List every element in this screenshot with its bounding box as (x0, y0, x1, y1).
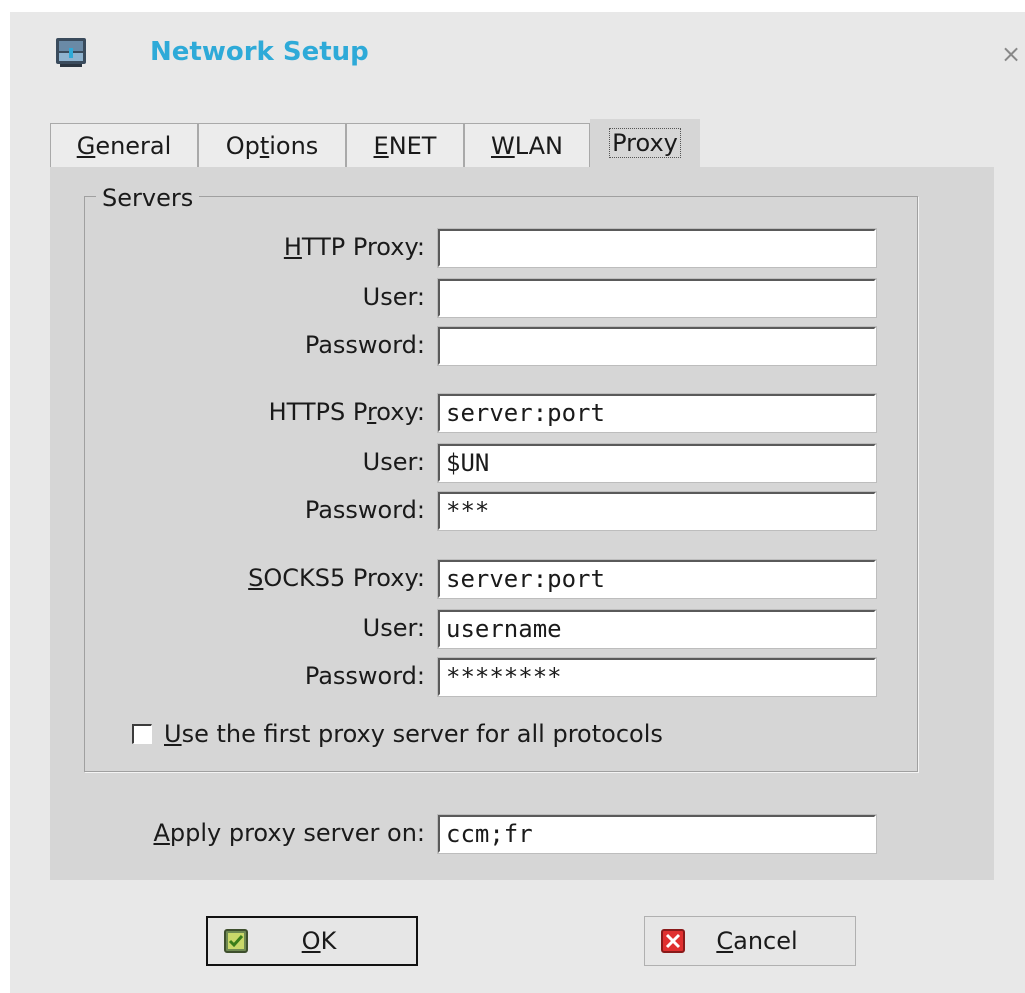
cancel-label: Cancel (716, 927, 798, 955)
x-icon (661, 929, 685, 953)
cancel-button[interactable]: Cancel (644, 916, 856, 966)
https-password-input[interactable]: *** (437, 491, 877, 531)
https-user-label: User: (362, 448, 425, 476)
network-icon (56, 38, 86, 67)
apply-proxy-input[interactable]: ccm;fr (437, 814, 877, 854)
apply-proxy-label: Apply proxy server on: (153, 819, 425, 847)
https-proxy-input[interactable]: server:port (437, 393, 877, 433)
socks5-proxy-label: SOCKS5 Proxy: (248, 564, 425, 592)
socks5-proxy-input[interactable]: server:port (437, 559, 877, 599)
https-proxy-label: HTTPS Proxy: (268, 398, 425, 426)
tab-enet[interactable]: ENET (346, 123, 464, 167)
http-user-input[interactable] (437, 278, 877, 318)
use-first-proxy-checkbox-row[interactable]: Use the first proxy server for all proto… (132, 719, 663, 749)
tab-general[interactable]: General (50, 123, 198, 167)
tab-wlan[interactable]: WLAN (464, 123, 590, 167)
socks5-user-label: User: (362, 614, 425, 642)
http-password-input[interactable] (437, 326, 877, 366)
http-user-label: User: (362, 283, 425, 311)
checkmark-icon (224, 929, 248, 953)
close-icon[interactable]: × (1001, 42, 1021, 66)
use-first-proxy-checkbox[interactable] (132, 724, 152, 744)
socks5-password-input[interactable]: ******** (437, 657, 877, 697)
http-proxy-label: HTTP Proxy: (283, 233, 425, 261)
https-password-label: Password: (304, 496, 425, 524)
http-password-label: Password: (304, 331, 425, 359)
tab-options[interactable]: Options (198, 123, 346, 167)
socks5-user-input[interactable]: username (437, 609, 877, 649)
use-first-proxy-label: Use the first proxy server for all proto… (164, 720, 663, 748)
ok-button[interactable]: OK (206, 916, 418, 966)
https-user-input[interactable]: $UN (437, 443, 877, 483)
ok-label: OK (301, 927, 337, 955)
window-title: Network Setup (150, 37, 369, 67)
servers-group-title: Servers (96, 184, 200, 212)
socks5-password-label: Password: (304, 662, 425, 690)
tab-proxy[interactable]: Proxy (590, 119, 700, 167)
http-proxy-input[interactable] (437, 228, 877, 268)
